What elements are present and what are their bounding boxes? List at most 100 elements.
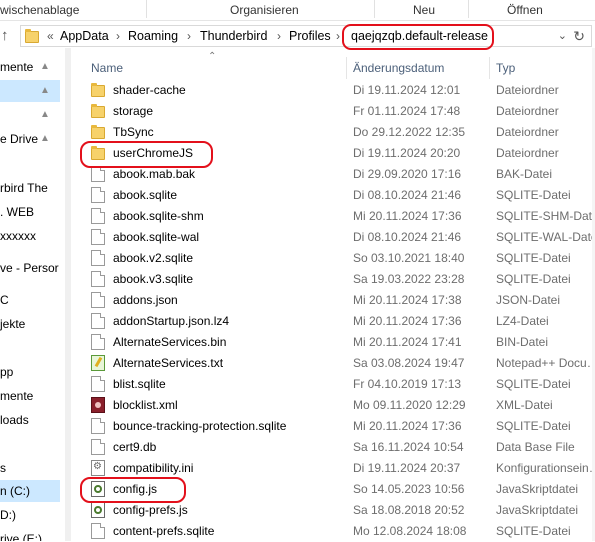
nav-item-thunderbird[interactable]: rbird The [0,181,48,195]
file-type: SQLITE-Datei [496,524,571,538]
file-date: Di 19.11.2024 12:01 [353,83,461,97]
refresh-icon[interactable]: ↻ [573,28,585,45]
file-row[interactable]: abook.v3.sqlite Sa 19.03.2022 23:28 SQLITE… [82,269,595,290]
xml-icon [91,397,105,413]
breadcrumb-roaming[interactable]: Roaming [128,29,178,43]
file-row[interactable]: abook.sqlite Di 08.10.2024 21:46 SQLITE-Da… [82,185,595,206]
file-row[interactable]: cert9.db Sa 16.11.2024 10:54 Data Base Fil… [82,437,595,458]
file-row[interactable]: TbSync Do 29.12.2022 12:35 Dateiordner [82,122,595,143]
file-row[interactable]: compatibility.ini Di 19.11.2024 20:37 Konf… [82,458,595,479]
file-icon [91,166,105,182]
file-row[interactable]: config-prefs.js Sa 18.08.2018 20:52 JavaSk… [82,500,595,521]
file-name[interactable]: abook.v2.sqlite [113,251,193,265]
file-row[interactable]: addonStartup.json.lz4 Mi 20.11.2024 17:36… [82,311,595,332]
file-date: Fr 04.10.2019 17:13 [353,377,462,391]
file-row[interactable]: addons.json Mi 20.11.2024 17:38 JSON-Datei [82,290,595,311]
nav-item-downloads[interactable]: loads [0,413,29,427]
file-row[interactable]: storage Fr 01.11.2024 17:48 Dateiordner [82,101,595,122]
file-type: Konfigurationsein… [496,461,595,475]
file-row[interactable]: blocklist.xml Mo 09.11.2020 12:29 XML-Date… [82,395,595,416]
file-date: Mi 20.11.2024 17:36 [353,419,462,433]
nav-item-videos[interactable]: s [0,461,6,475]
breadcrumb-thunderbird[interactable]: Thunderbird [200,29,267,43]
nav-item-web[interactable]: . WEB [0,205,34,219]
file-name[interactable]: AlternateServices.bin [113,335,226,349]
nav-item-drive-c[interactable]: n (C:) [0,484,30,498]
breadcrumb-appdata[interactable]: AppData [60,29,109,43]
file-name[interactable]: abook.mab.bak [113,167,195,181]
file-row[interactable]: AlternateServices.txt Sa 03.08.2024 19:47… [82,353,595,374]
file-name[interactable]: shader-cache [113,83,186,97]
file-name[interactable]: TbSync [113,125,154,139]
file-date: Mi 20.11.2024 17:38 [353,293,462,307]
file-row[interactable]: abook.v2.sqlite So 03.10.2021 18:40 SQLITE… [82,248,595,269]
file-name[interactable]: addonStartup.json.lz4 [113,314,229,328]
file-date: Fr 01.11.2024 17:48 [353,104,461,118]
file-name[interactable]: AlternateServices.txt [113,356,223,370]
file-row[interactable]: abook.sqlite-wal Di 08.10.2024 21:46 SQLIT… [82,227,595,248]
file-name[interactable]: cert9.db [113,440,156,454]
file-name[interactable]: abook.sqlite-shm [113,209,204,223]
overflow-chevron[interactable]: « [47,29,54,43]
nav-item-drive-e[interactable]: rive (E:) [0,532,42,541]
file-row[interactable]: content-prefs.sqlite Mo 12.08.2024 18:08 S… [82,521,595,542]
file-row[interactable]: bounce-tracking-protection.sqlite Mi 20.1… [82,416,595,437]
nav-item-drive-d[interactable]: D:) [0,508,16,522]
chevron-right-icon: › [277,29,281,43]
chevron-down-icon[interactable]: ⌄ [558,29,567,42]
pin-icon[interactable]: ▲ [40,61,50,72]
file-name[interactable]: storage [113,104,153,118]
file-type: LZ4-Datei [496,314,549,328]
file-type: JSON-Datei [496,293,561,307]
file-date: So 14.05.2023 10:56 [353,482,465,496]
file-name[interactable]: blocklist.xml [113,398,178,412]
file-name[interactable]: content-prefs.sqlite [113,524,214,538]
file-date: Di 19.11.2024 20:20 [353,146,461,160]
nav-scrollbar[interactable] [65,48,71,541]
file-name[interactable]: config-prefs.js [113,503,188,517]
file-icon [91,523,105,539]
nav-item-dokumente[interactable]: mente [0,389,33,403]
up-arrow-icon[interactable]: ↑ [1,28,17,44]
file-date: Di 08.10.2024 21:46 [353,230,462,244]
file-name[interactable]: abook.v3.sqlite [113,272,193,286]
file-date: Mo 09.11.2020 12:29 [353,398,466,412]
file-row[interactable]: blist.sqlite Fr 04.10.2019 17:13 SQLITE-Da… [82,374,595,395]
address-bar[interactable]: « AppData › Roaming › Thunderbird › Prof… [20,25,592,47]
file-icon [91,229,105,245]
file-name[interactable]: abook.sqlite [113,188,177,202]
file-type: BAK-Datei [496,167,553,181]
file-row[interactable]: AlternateServices.bin Mi 20.11.2024 17:41… [82,332,595,353]
nav-item-onedrive[interactable]: e Drive [0,132,38,146]
pin-icon[interactable]: ▲ [40,109,50,120]
file-row[interactable]: shader-cache Di 19.11.2024 12:01 Dateiordn… [82,80,595,101]
notepad-icon [91,355,105,371]
file-type: SQLITE-Datei [496,377,571,391]
nav-item-onedrive-personal[interactable]: ve - Persor [0,261,59,275]
file-type: Dateiordner [496,146,559,160]
file-date: Di 08.10.2024 21:46 [353,188,462,202]
pin-icon[interactable]: ▲ [40,85,50,96]
ribbon-group-organize: Organisieren [230,3,299,17]
file-name[interactable]: abook.sqlite-wal [113,230,199,244]
nav-item-objekte[interactable]: jekte [0,317,25,331]
file-row[interactable]: abook.sqlite-shm Mi 20.11.2024 17:36 SQLIT… [82,206,595,227]
chevron-right-icon: › [187,29,191,43]
script-icon [91,502,105,518]
nav-item-documents[interactable]: mente [0,60,33,74]
file-name[interactable]: blist.sqlite [113,377,166,391]
chevron-right-icon: › [336,29,340,43]
column-separator[interactable] [489,57,490,79]
nav-item-xxxxxx[interactable]: xxxxxx [0,229,36,243]
pin-icon[interactable]: ▲ [40,133,50,144]
file-name[interactable]: addons.json [113,293,178,307]
breadcrumb-profiles[interactable]: Profiles [289,29,331,43]
ribbon-separator [468,0,469,18]
file-date: Mo 12.08.2024 18:08 [353,524,467,538]
column-separator[interactable] [346,57,347,79]
nav-item-c[interactable]: C [0,293,9,307]
file-name[interactable]: bounce-tracking-protection.sqlite [113,419,286,433]
file-name[interactable]: compatibility.ini [113,461,193,475]
navigation-pane: mente ▲ ▲ ▲ e Drive ▲ rbird The . WEB xx… [0,48,70,541]
nav-item-desktop[interactable]: pp [0,365,13,379]
